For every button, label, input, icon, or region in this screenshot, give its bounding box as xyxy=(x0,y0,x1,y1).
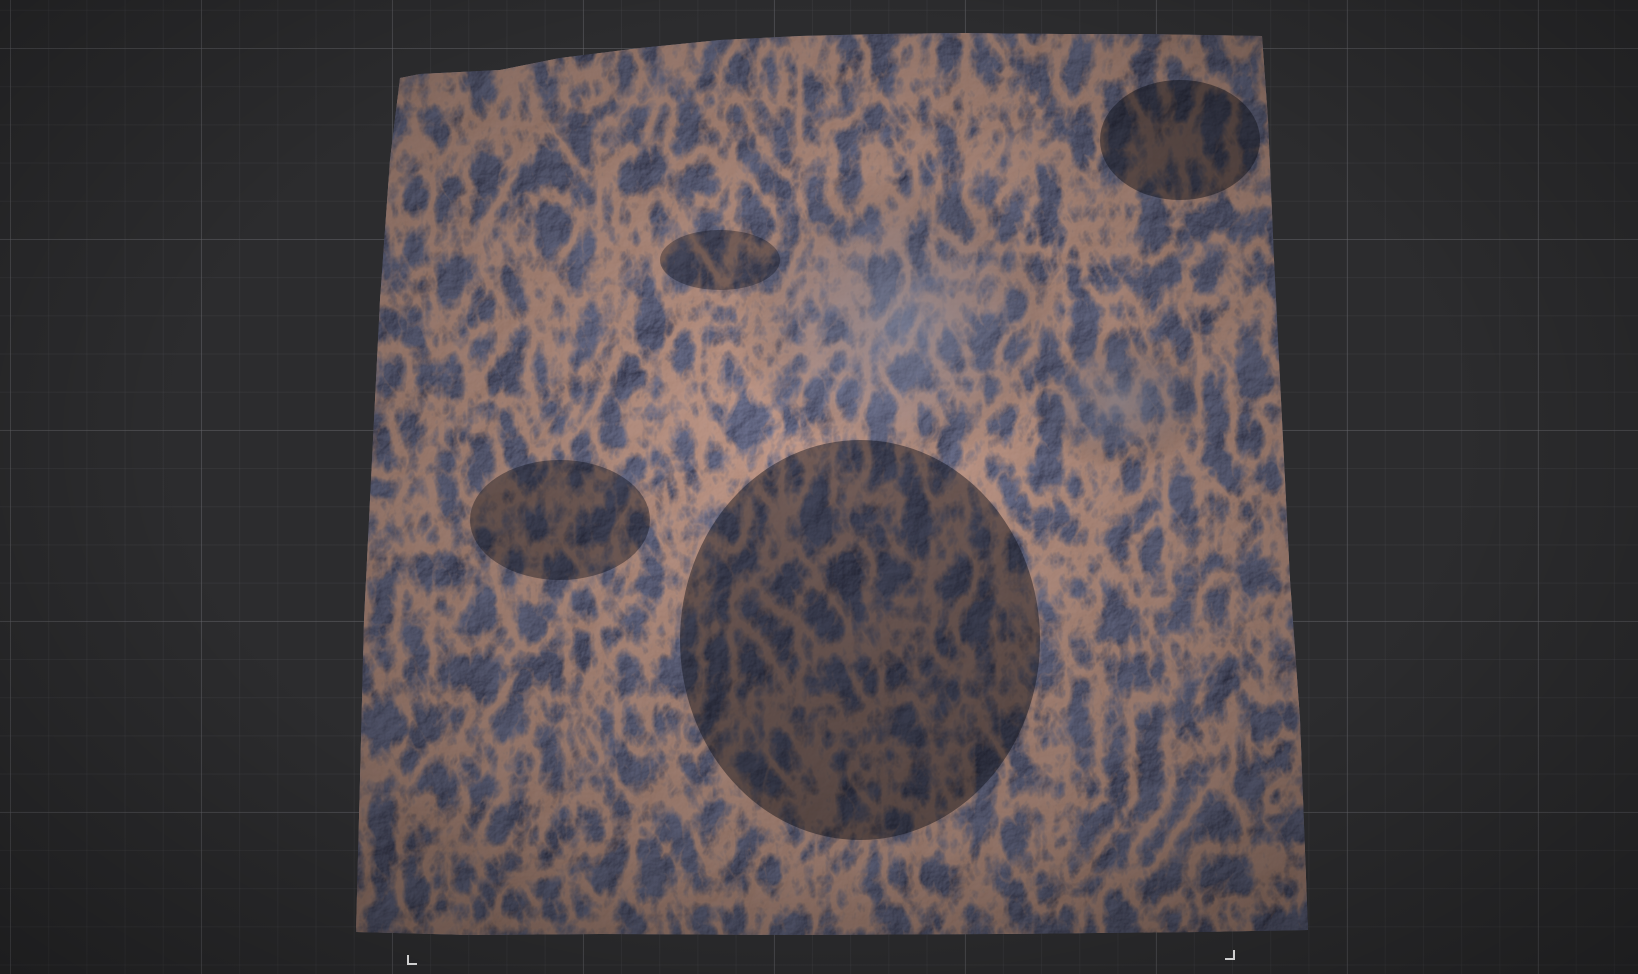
corner-marker-icon xyxy=(407,955,419,967)
3d-viewport[interactable] xyxy=(0,0,1638,974)
corner-marker-icon xyxy=(1225,950,1237,962)
terrain-mesh[interactable] xyxy=(0,0,1638,974)
